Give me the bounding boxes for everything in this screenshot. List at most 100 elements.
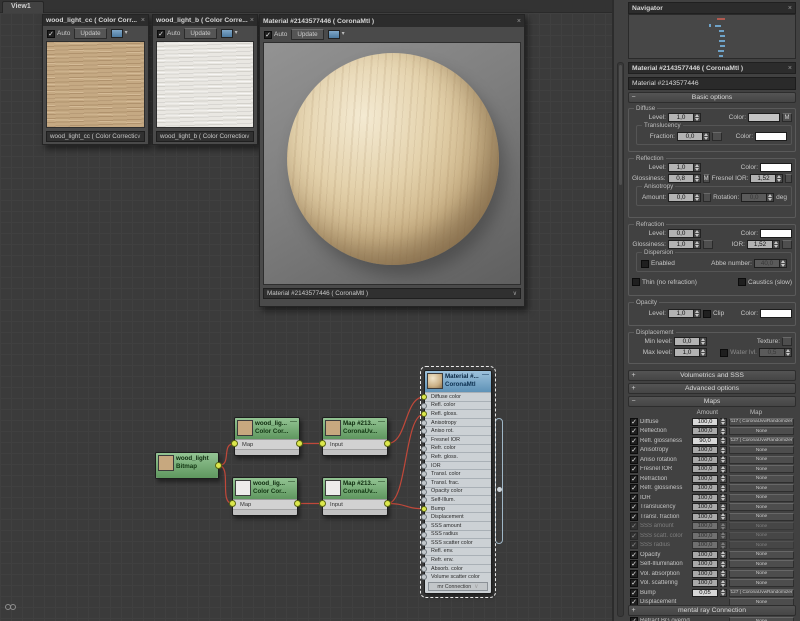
material-slot[interactable]: Refr. gloss. [425,452,491,461]
close-icon[interactable]: × [517,18,521,25]
map-enable-checkbox[interactable]: ✓ [630,446,638,454]
diffuse-color-map-button[interactable]: M [782,113,792,122]
material-slot[interactable]: Refl. env. [425,547,491,556]
input-socket[interactable] [421,514,427,520]
input-socket[interactable] [421,566,427,572]
collapse-minus-icon[interactable]: − [629,94,638,101]
rollout-basic-options[interactable]: − Basic options [628,92,796,103]
diffuse-color-swatch[interactable] [748,113,780,122]
input-socket[interactable] [421,446,427,452]
refraction-color-swatch[interactable] [760,229,792,238]
input-socket[interactable] [421,540,427,546]
input-socket[interactable] [421,403,427,409]
node-corona-material[interactable]: Material #... CoronaMtl — Diffuse colorR… [424,370,492,594]
map-slot-button[interactable]: None [729,484,794,492]
map-enable-checkbox[interactable]: ✓ [630,475,638,483]
map-amount-field[interactable]: 100,0 [692,475,718,483]
map-enable-checkbox[interactable]: ✓ [630,589,638,597]
water-level-checkbox[interactable]: Water lvl. [709,349,757,357]
map-slot-button[interactable]: None [729,522,794,530]
map-amount-field[interactable]: 0,05 [692,589,718,597]
spinner-arrows[interactable] [720,503,727,511]
spinner-arrows[interactable] [720,484,727,492]
fresnel-ior-spinner[interactable]: 1,52 [750,174,783,183]
expand-plus-icon[interactable]: + [629,607,638,614]
material-slot[interactable]: Transl. frac. [425,478,491,487]
map-amount-field[interactable]: 100,0 [692,484,718,492]
map-enable-checkbox[interactable]: ✓ [630,532,638,540]
map-amount-field[interactable]: 100,0 [692,494,718,502]
node-bitmap[interactable]: wood_light Bitmap [155,452,219,479]
material-slot[interactable]: Refr. color [425,444,491,453]
map-slot-button[interactable]: None [729,617,794,621]
spinner-arrows[interactable] [720,560,727,568]
close-icon[interactable]: × [788,65,792,72]
collapse-icon[interactable]: — [378,418,385,425]
map-enable-checkbox[interactable]: ✓ [630,617,638,621]
map-enable-checkbox[interactable]: ✓ [630,570,638,578]
rollout-advanced[interactable]: + Advanced options [628,383,796,394]
map-slot-button[interactable]: #117 ( CoronaUvwRandomizer ) [729,418,794,426]
refraction-level-spinner[interactable]: 0,0 [668,229,701,238]
node-header[interactable]: Map #213... CoronaUv... — [323,418,387,439]
spinner-arrows[interactable] [720,589,727,597]
max-level-spinner[interactable]: 1,0 [674,348,707,357]
fresnel-map-button[interactable] [785,174,792,183]
node-header[interactable]: wood_lig... Color Cor... — [233,478,297,499]
preview-window-wood-light-cc[interactable]: wood_light_cc ( Color Corr... × ✓Auto Up… [42,14,149,145]
map-enable-checkbox[interactable]: ✓ [630,456,638,464]
glossiness-map-button[interactable]: M [703,174,710,183]
node-color-correction-1[interactable]: wood_lig... Color Cor... — Map [234,417,300,456]
material-slot[interactable]: Self-Illum. [425,495,491,504]
output-socket[interactable] [294,500,301,507]
aniso-amount-spinner[interactable]: 0,0 [668,193,701,202]
input-socket[interactable] [421,497,427,503]
input-socket[interactable] [231,440,238,447]
map-amount-field[interactable]: 100,0 [692,541,718,549]
ior-map-button[interactable] [782,240,792,249]
map-enable-checkbox[interactable]: ✓ [630,513,638,521]
refr-glossiness-spinner[interactable]: 1,0 [668,240,701,249]
input-slot[interactable]: Input [323,499,387,509]
rotation-spinner[interactable]: 0,0 [741,193,774,202]
map-slot-button[interactable]: None [729,532,794,540]
map-slot-button[interactable]: None [729,513,794,521]
map-enable-checkbox[interactable]: ✓ [630,427,638,435]
spinner-arrows[interactable] [720,570,727,578]
input-socket[interactable] [421,549,427,555]
map-slot-button[interactable]: #127 ( CoronaUvwRandomizer ) [729,589,794,597]
auto-checkbox[interactable]: ✓Auto [264,31,287,39]
map-enable-checkbox[interactable]: ✓ [630,418,638,426]
auto-checkbox[interactable]: ✓Auto [47,30,70,38]
spinner-arrows[interactable] [720,427,727,435]
glossiness-spinner[interactable]: 0,8 [668,174,701,183]
preview-type-icon[interactable] [221,29,233,38]
preview-type-icon[interactable] [111,29,123,38]
input-slot[interactable]: Input [323,439,387,449]
map-enable-checkbox[interactable]: ✓ [630,579,638,587]
expand-plus-icon[interactable]: + [629,385,638,392]
material-slot[interactable]: Absorb. color [425,564,491,573]
map-enable-checkbox[interactable]: ✓ [630,484,638,492]
mr-connection-dropdown[interactable]: mr Connection ∨ [428,582,488,591]
material-slot[interactable]: Refl. gloss. [425,409,491,418]
collapse-icon[interactable]: — [482,371,489,378]
texture-map-button[interactable] [782,337,792,346]
material-slot[interactable]: Displacement [425,512,491,521]
input-socket[interactable] [421,437,427,443]
node-uvw-randomizer-1[interactable]: Map #213... CoronaUv... — Input [322,417,388,456]
map-amount-field[interactable]: 100,0 [692,456,718,464]
map-amount-field[interactable]: 100,0 [692,465,718,473]
caustics-checkbox[interactable]: Caustics (slow) [738,278,792,286]
spinner-arrows[interactable] [720,513,727,521]
refr-gloss-map-button[interactable] [703,240,713,249]
connected-input-socket[interactable] [421,411,427,417]
map-slot-button[interactable]: None [729,579,794,587]
min-level-spinner[interactable]: 0,0 [674,337,707,346]
map-amount-field[interactable]: 100,0 [692,570,718,578]
spinner-arrows[interactable] [720,437,727,445]
map-slot-button[interactable]: None [729,475,794,483]
input-socket[interactable] [421,471,427,477]
update-button[interactable]: Update [74,28,106,39]
map-amount-field[interactable]: 100,0 [692,532,718,540]
